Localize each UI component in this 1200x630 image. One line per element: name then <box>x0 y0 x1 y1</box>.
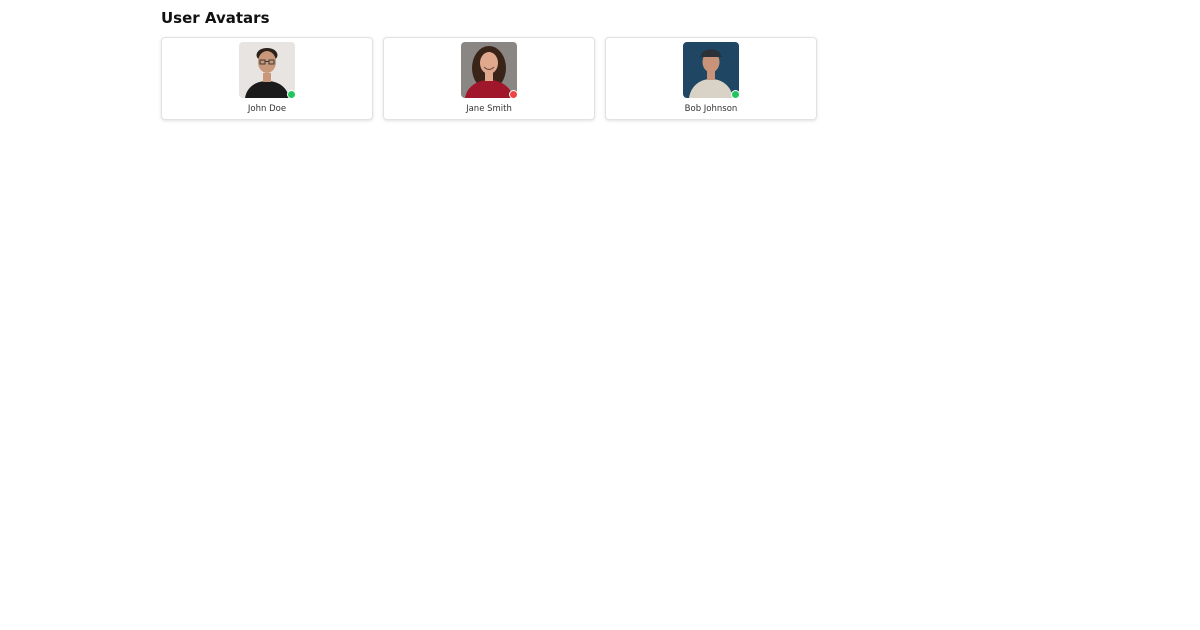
page: User Avatars John Doe Jane Smith Bob Joh… <box>0 0 1200 630</box>
avatar-photo <box>239 42 295 98</box>
user-name: Jane Smith <box>466 104 512 114</box>
user-card[interactable]: Jane Smith <box>383 37 595 120</box>
status-indicator <box>731 90 740 99</box>
avatar-photo <box>461 42 517 98</box>
avatar-grid: John Doe Jane Smith Bob Johnson <box>161 37 817 120</box>
page-title: User Avatars <box>161 9 270 27</box>
status-indicator <box>509 90 518 99</box>
user-card[interactable]: John Doe <box>161 37 373 120</box>
user-name: John Doe <box>247 104 287 114</box>
avatar-photo <box>683 42 739 98</box>
avatar[interactable] <box>461 42 518 99</box>
avatar[interactable] <box>239 42 296 99</box>
user-name: Bob Johnson <box>684 104 738 114</box>
status-indicator <box>287 90 296 99</box>
user-card[interactable]: Bob Johnson <box>605 37 817 120</box>
avatar[interactable] <box>683 42 740 99</box>
